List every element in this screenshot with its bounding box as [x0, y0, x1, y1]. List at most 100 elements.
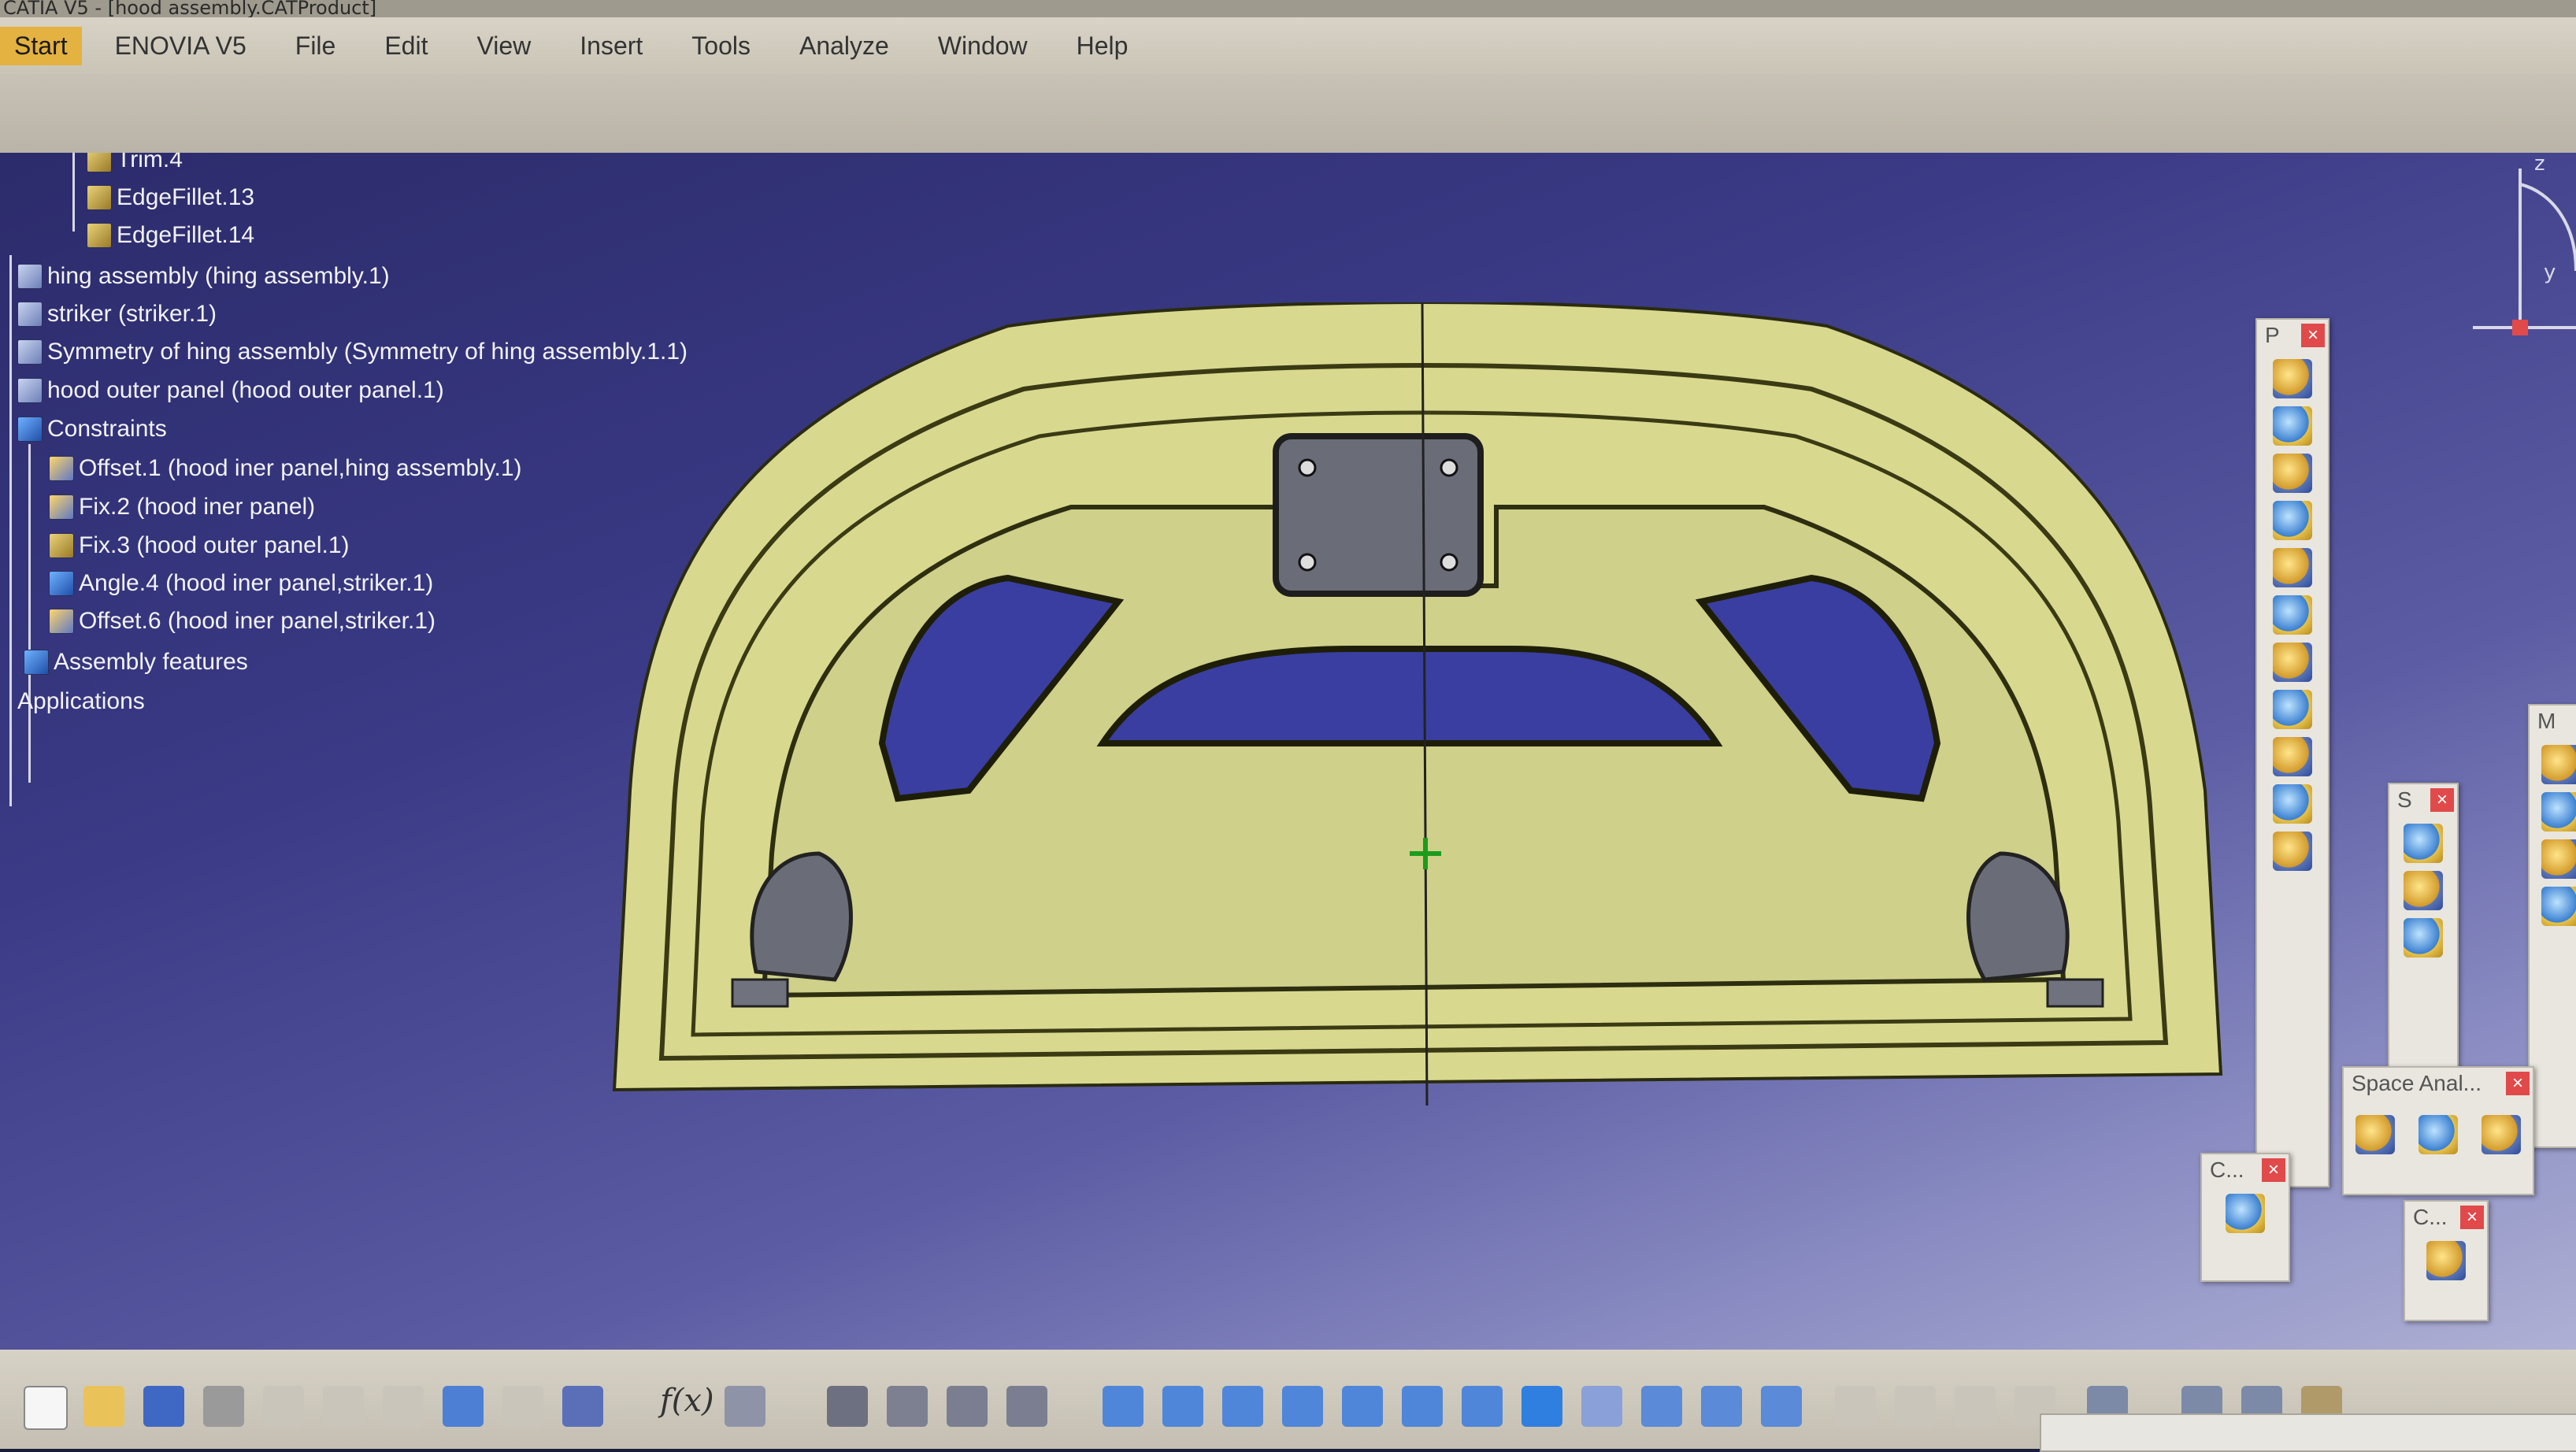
tree-node-symmetry[interactable]: Symmetry of hing assembly (Symmetry of h… — [17, 339, 688, 365]
snap-icon[interactable] — [2541, 792, 2576, 832]
tree-node-label: striker (striker.1) — [47, 301, 217, 327]
product-icon[interactable] — [2273, 406, 2312, 446]
cut-icon[interactable] — [263, 1386, 304, 1427]
catalog-browser-icon[interactable] — [2226, 1194, 2265, 1233]
menu-window[interactable]: Window — [938, 31, 1028, 61]
zoom-out-icon[interactable] — [1402, 1386, 1443, 1427]
pan-icon[interactable] — [1222, 1386, 1263, 1427]
tree-node-assembly-features[interactable]: Assembly features — [24, 649, 248, 676]
tree-node-striker[interactable]: striker (striker.1) — [17, 301, 217, 328]
menu-view[interactable]: View — [476, 31, 531, 61]
swap-visible-space-icon[interactable] — [1761, 1386, 1802, 1427]
tree-node-angle-4[interactable]: Angle.4 (hood iner panel,striker.1) — [49, 570, 433, 597]
save-icon[interactable] — [143, 1386, 184, 1427]
new-file-icon[interactable] — [24, 1386, 68, 1430]
tree-node-hing-assembly[interactable]: hing assembly (hing assembly.1) — [17, 263, 390, 290]
bill-of-material-icon[interactable] — [2404, 918, 2443, 958]
menu-analyze[interactable]: Analyze — [799, 31, 889, 61]
explode-icon[interactable] — [2541, 839, 2576, 879]
move-icon[interactable] — [1895, 1386, 1936, 1427]
hood-inner-panel-model[interactable] — [599, 302, 2237, 1153]
table-icon[interactable] — [827, 1386, 868, 1427]
close-button[interactable]: × — [2460, 1206, 2484, 1229]
tree-node-label: hood outer panel (hood outer panel.1) — [47, 377, 444, 403]
update-icon[interactable] — [2404, 824, 2443, 863]
menu-start[interactable]: Start — [0, 26, 82, 65]
part-icon[interactable] — [2273, 454, 2312, 493]
specification-icon[interactable] — [1006, 1386, 1047, 1427]
panel-title: P — [2265, 323, 2280, 347]
tree-node-constraints[interactable]: Constraints — [17, 416, 167, 443]
knowledge-advisor-icon[interactable] — [725, 1386, 765, 1427]
compass[interactable]: z y — [2473, 153, 2576, 357]
panel-title: S — [2397, 787, 2412, 812]
menu-insert[interactable]: Insert — [580, 31, 643, 61]
assembly-icon[interactable] — [1955, 1386, 1996, 1427]
shading-icon[interactable] — [1641, 1386, 1682, 1427]
close-button[interactable]: × — [2301, 324, 2325, 347]
normal-view-icon[interactable] — [1462, 1386, 1503, 1427]
hide-show-icon[interactable] — [1701, 1386, 1742, 1427]
copy-icon[interactable] — [323, 1386, 364, 1427]
menu-help[interactable]: Help — [1077, 31, 1129, 61]
whats-this-icon[interactable] — [562, 1386, 603, 1427]
close-button[interactable]: × — [2506, 1072, 2530, 1095]
replace-component-icon[interactable] — [2273, 548, 2312, 587]
isometric-view-icon[interactable] — [1581, 1386, 1622, 1427]
top-toolbar-area — [0, 74, 2576, 153]
undo-icon[interactable] — [443, 1386, 484, 1427]
constraint-mode-icon[interactable] — [2426, 1241, 2466, 1280]
component-icon[interactable] — [2273, 359, 2312, 398]
stop-manipulate-icon[interactable] — [2541, 887, 2576, 926]
tree-node-offset-1[interactable]: Offset.1 (hood iner panel,hing assembly.… — [49, 455, 522, 482]
tree-node-hood-outer-panel[interactable]: hood outer panel (hood outer panel.1) — [17, 377, 444, 404]
command-input-field[interactable] — [2040, 1413, 2576, 1452]
reorder-icon[interactable] — [2273, 643, 2312, 682]
menu-edit[interactable]: Edit — [384, 31, 428, 61]
paste-icon[interactable] — [383, 1386, 424, 1427]
clash-icon[interactable] — [2355, 1115, 2395, 1154]
tree-node-edgefillet-14[interactable]: EdgeFillet.14 — [87, 222, 254, 249]
generate-numbering-icon[interactable] — [2273, 690, 2312, 729]
selective-load-icon[interactable] — [2273, 737, 2312, 776]
tree-node-trim[interactable]: Trim.4 — [87, 153, 183, 173]
close-button[interactable]: × — [2262, 1158, 2285, 1182]
assembly-features-icon — [24, 650, 49, 675]
constraint-update-icon[interactable] — [1835, 1386, 1876, 1427]
redo-icon[interactable] — [502, 1386, 543, 1427]
constraint-icon[interactable] — [2404, 871, 2443, 910]
multi-view-icon[interactable] — [1522, 1386, 1562, 1427]
open-folder-icon[interactable] — [83, 1386, 124, 1427]
tree-node-fix-2[interactable]: Fix.2 (hood iner panel) — [49, 494, 315, 520]
manipulate-icon[interactable] — [2541, 745, 2576, 784]
fly-mode-icon[interactable] — [1103, 1386, 1143, 1427]
panel-header: C... × — [2405, 1202, 2487, 1233]
menu-file[interactable]: File — [295, 31, 336, 61]
distance-band-analysis-icon[interactable] — [2481, 1115, 2521, 1154]
existing-component-icon[interactable] — [2273, 501, 2312, 540]
panel-header: Space Anal... × — [2344, 1068, 2533, 1099]
manage-representations-icon[interactable] — [2273, 784, 2312, 824]
formula-icon[interactable]: f(x) — [660, 1383, 714, 1419]
product-icon — [17, 264, 43, 289]
fit-all-icon[interactable] — [1162, 1386, 1203, 1427]
menu-tools[interactable]: Tools — [691, 31, 751, 61]
sectioning-icon[interactable] — [2418, 1115, 2458, 1154]
tree-expand-icon[interactable] — [887, 1386, 928, 1427]
close-button[interactable]: × — [2430, 788, 2454, 812]
panel-header: C... × — [2202, 1154, 2289, 1186]
tree-node-label: Fix.3 (hood outer panel.1) — [79, 532, 350, 558]
tree-node-label: Angle.4 (hood iner panel,striker.1) — [79, 570, 434, 596]
multi-instantiation-icon[interactable] — [2273, 832, 2312, 871]
menu-enovia[interactable]: ENOVIA V5 — [115, 31, 246, 61]
rotate-icon[interactable] — [1282, 1386, 1323, 1427]
tree-node-fix-3[interactable]: Fix.3 (hood outer panel.1) — [49, 532, 350, 559]
tree-node-offset-6[interactable]: Offset.6 (hood iner panel,striker.1) — [49, 608, 436, 635]
print-icon[interactable] — [203, 1386, 244, 1427]
tree-node-edgefillet-13[interactable]: EdgeFillet.13 — [87, 184, 254, 211]
zoom-in-icon[interactable] — [1342, 1386, 1383, 1427]
3d-viewport[interactable]: Trim.4 EdgeFillet.13 EdgeFillet.14 hing … — [0, 153, 2576, 1350]
catalog-icon[interactable] — [947, 1386, 988, 1427]
graph-tree-icon[interactable] — [2273, 595, 2312, 635]
tree-node-applications[interactable]: Applications — [17, 688, 145, 715]
